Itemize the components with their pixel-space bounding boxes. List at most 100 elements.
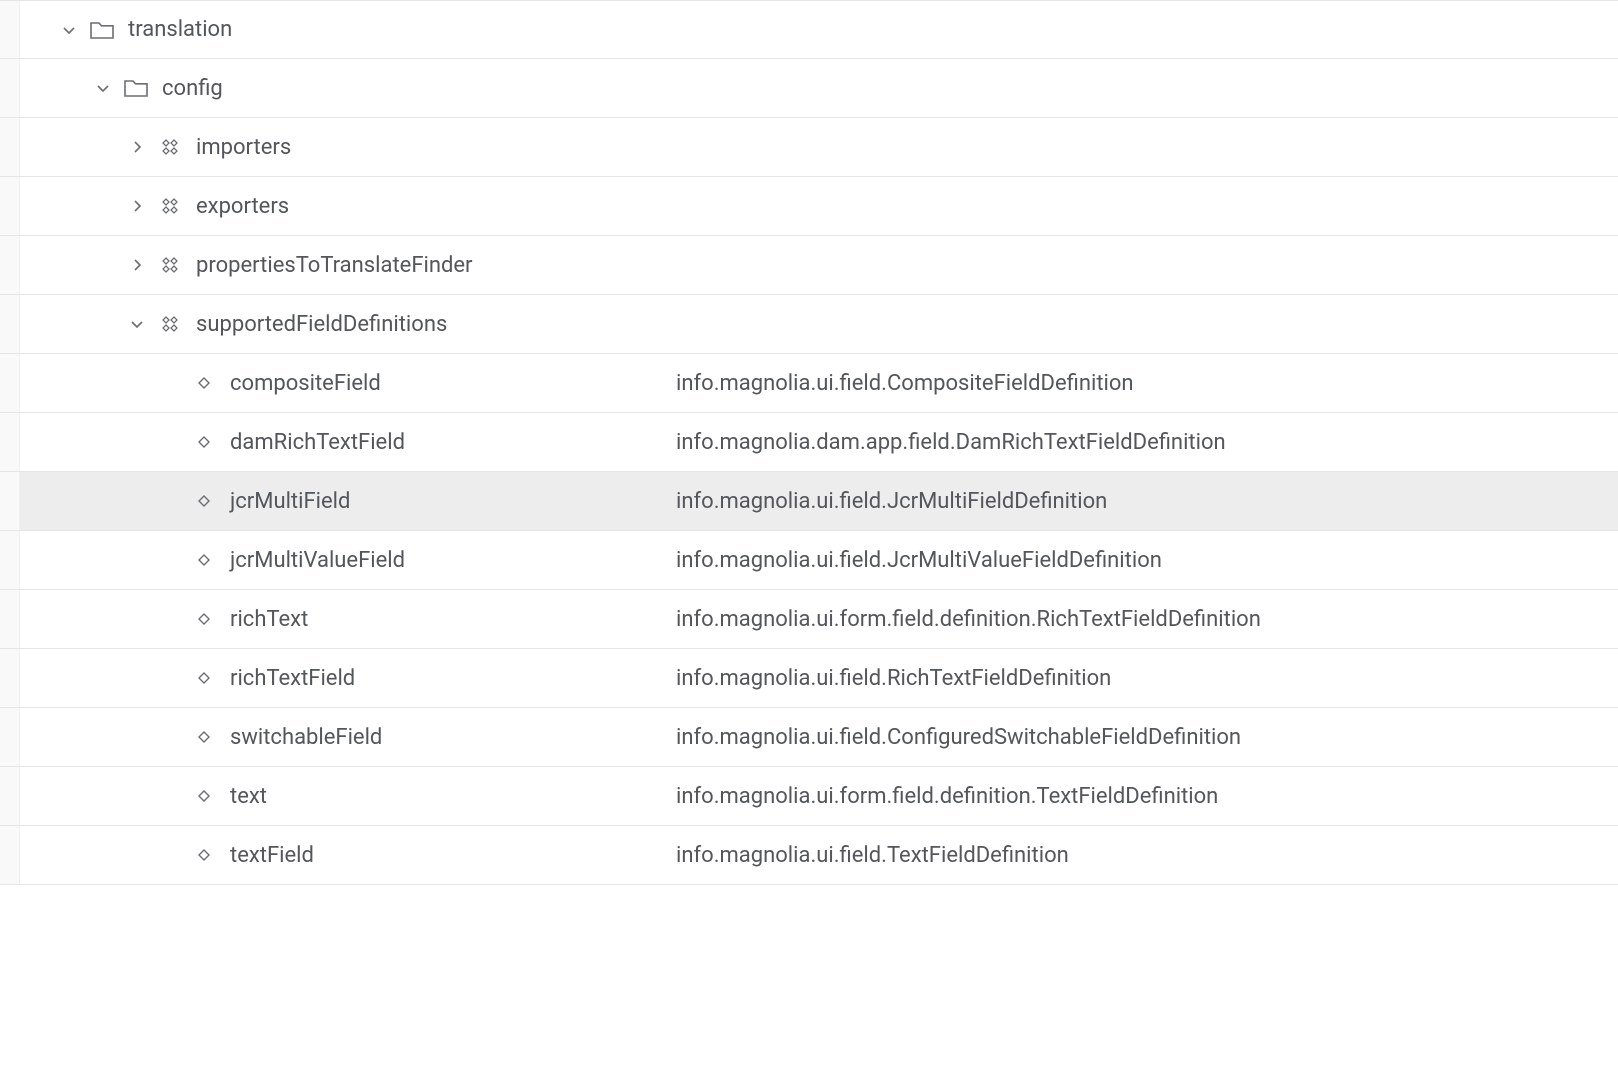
node-label: importers <box>188 135 291 160</box>
node-label: supportedFieldDefinitions <box>188 312 447 337</box>
value-column: info.magnolia.ui.form.field.definition.T… <box>660 784 1618 809</box>
row-gutter <box>0 59 20 117</box>
node-value: info.magnolia.dam.app.field.DamRichTextF… <box>676 430 1226 455</box>
value-column: info.magnolia.ui.field.ConfiguredSwitcha… <box>660 725 1618 750</box>
label-column: textField <box>20 843 660 868</box>
tree-row[interactable]: jcrMultiValueField info.magnolia.ui.field… <box>0 531 1618 590</box>
value-column: info.magnolia.ui.form.field.definition.R… <box>660 607 1618 632</box>
row-gutter <box>0 472 20 530</box>
property-icon <box>186 552 222 568</box>
row-gutter <box>0 118 20 176</box>
node-value: info.magnolia.ui.form.field.definition.R… <box>676 607 1261 632</box>
row-gutter <box>0 590 20 648</box>
node-value: info.magnolia.ui.field.ConfiguredSwitcha… <box>676 725 1241 750</box>
node-label: exporters <box>188 194 289 219</box>
label-column: config <box>20 76 660 101</box>
tree-row[interactable]: text info.magnolia.ui.form.field.definiti… <box>0 767 1618 826</box>
chevron-right-icon[interactable] <box>122 257 152 273</box>
tree-row[interactable]: propertiesToTranslateFinder <box>0 236 1618 295</box>
node-value: info.magnolia.ui.field.TextFieldDefiniti… <box>676 843 1069 868</box>
chevron-down-icon[interactable] <box>88 80 118 96</box>
row-gutter <box>0 649 20 707</box>
row-gutter <box>0 708 20 766</box>
node-label: jcrMultiField <box>222 489 350 514</box>
chevron-right-icon[interactable] <box>122 198 152 214</box>
node-label: switchableField <box>222 725 382 750</box>
value-column: info.magnolia.ui.field.JcrMultiValueFiel… <box>660 548 1618 573</box>
tree-row[interactable]: richTextField info.magnolia.ui.field.Rich… <box>0 649 1618 708</box>
label-column: richText <box>20 607 660 632</box>
tree-row[interactable]: richText info.magnolia.ui.form.field.defi… <box>0 590 1618 649</box>
folder-icon <box>118 77 154 99</box>
row-gutter <box>0 413 20 471</box>
tree-row[interactable]: textField info.magnolia.ui.field.TextFiel… <box>0 826 1618 885</box>
row-gutter <box>0 767 20 825</box>
node-value: info.magnolia.ui.field.CompositeFieldDef… <box>676 371 1134 396</box>
label-column: translation <box>20 17 660 42</box>
node-label: richText <box>222 607 308 632</box>
node-label: richTextField <box>222 666 355 691</box>
node-value: info.magnolia.ui.field.RichTextFieldDefi… <box>676 666 1111 691</box>
node-value: info.magnolia.ui.form.field.definition.T… <box>676 784 1218 809</box>
property-icon <box>186 670 222 686</box>
value-column: info.magnolia.dam.app.field.DamRichTextF… <box>660 430 1618 455</box>
content-node-icon <box>152 135 188 159</box>
tree-row[interactable]: config <box>0 59 1618 118</box>
tree-row[interactable]: compositeField info.magnolia.ui.field.Com… <box>0 354 1618 413</box>
row-gutter <box>0 531 20 589</box>
value-column: info.magnolia.ui.field.TextFieldDefiniti… <box>660 843 1618 868</box>
row-gutter <box>0 177 20 235</box>
tree-row[interactable]: exporters <box>0 177 1618 236</box>
label-column: supportedFieldDefinitions <box>20 312 660 337</box>
tree-row[interactable]: jcrMultiField info.magnolia.ui.field.JcrM… <box>0 472 1618 531</box>
property-icon <box>186 493 222 509</box>
row-gutter <box>0 826 20 884</box>
label-column: text <box>20 784 660 809</box>
row-gutter <box>0 295 20 353</box>
config-tree: translation config importers exporters prope… <box>0 0 1618 885</box>
value-column: info.magnolia.ui.field.RichTextFieldDefi… <box>660 666 1618 691</box>
label-column: exporters <box>20 194 660 219</box>
node-label: compositeField <box>222 371 381 396</box>
property-icon <box>186 611 222 627</box>
row-gutter <box>0 1 20 58</box>
label-column: propertiesToTranslateFinder <box>20 253 660 278</box>
value-column: info.magnolia.ui.field.CompositeFieldDef… <box>660 371 1618 396</box>
label-column: jcrMultiField <box>20 489 660 514</box>
property-icon <box>186 729 222 745</box>
row-gutter <box>0 354 20 412</box>
chevron-down-icon[interactable] <box>122 316 152 332</box>
property-icon <box>186 788 222 804</box>
node-label: text <box>222 784 267 809</box>
label-column: importers <box>20 135 660 160</box>
tree-row[interactable]: translation <box>0 0 1618 59</box>
label-column: damRichTextField <box>20 430 660 455</box>
value-column: info.magnolia.ui.field.JcrMultiFieldDefi… <box>660 489 1618 514</box>
tree-row[interactable]: supportedFieldDefinitions <box>0 295 1618 354</box>
node-label: jcrMultiValueField <box>222 548 405 573</box>
tree-row[interactable]: damRichTextField info.magnolia.dam.app.fi… <box>0 413 1618 472</box>
node-label: damRichTextField <box>222 430 405 455</box>
node-label: propertiesToTranslateFinder <box>188 253 473 278</box>
property-icon <box>186 434 222 450</box>
chevron-right-icon[interactable] <box>122 139 152 155</box>
content-node-icon <box>152 253 188 277</box>
tree-row[interactable]: switchableField info.magnolia.ui.field.Co… <box>0 708 1618 767</box>
node-value: info.magnolia.ui.field.JcrMultiValueFiel… <box>676 548 1162 573</box>
label-column: switchableField <box>20 725 660 750</box>
node-label: config <box>154 76 223 101</box>
label-column: jcrMultiValueField <box>20 548 660 573</box>
folder-icon <box>84 19 120 41</box>
label-column: richTextField <box>20 666 660 691</box>
tree-row[interactable]: importers <box>0 118 1618 177</box>
row-gutter <box>0 236 20 294</box>
chevron-down-icon[interactable] <box>54 22 84 38</box>
property-icon <box>186 375 222 391</box>
content-node-icon <box>152 194 188 218</box>
node-label: textField <box>222 843 314 868</box>
node-label: translation <box>120 17 232 42</box>
node-value: info.magnolia.ui.field.JcrMultiFieldDefi… <box>676 489 1107 514</box>
label-column: compositeField <box>20 371 660 396</box>
content-node-icon <box>152 312 188 336</box>
property-icon <box>186 847 222 863</box>
